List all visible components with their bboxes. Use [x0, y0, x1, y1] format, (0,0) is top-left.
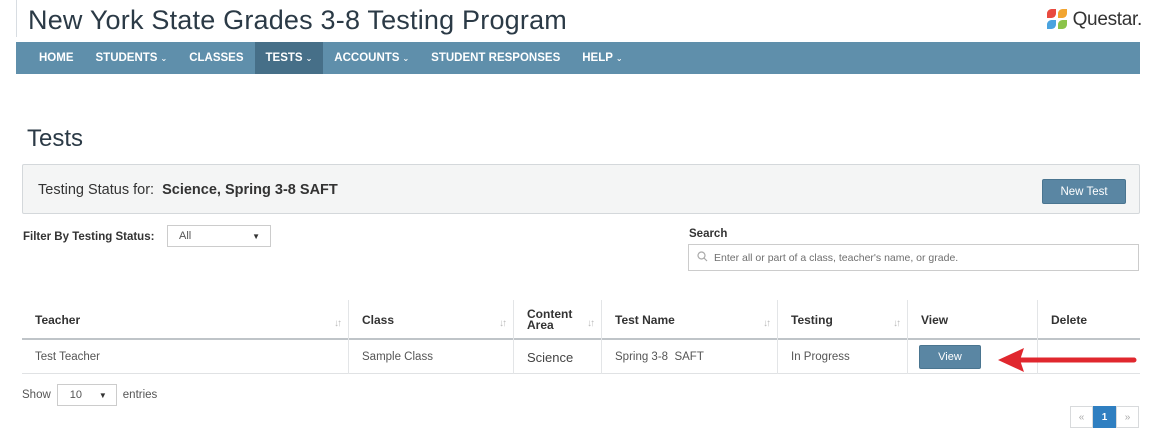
column-header-label: Testing — [791, 313, 833, 327]
column-header-teacher[interactable]: Teacher ↓↑ — [22, 300, 348, 340]
column-header-test-name[interactable]: Test Name ↓↑ — [601, 300, 777, 340]
new-test-button[interactable]: New Test — [1042, 179, 1126, 204]
column-header-view: View — [907, 300, 1037, 340]
chevron-down-icon: ⌄ — [305, 53, 313, 63]
tests-table: Teacher ↓↑ Class ↓↑ Content Area ↓↑ Test … — [22, 300, 1140, 374]
testing-status-value: Science, Spring 3-8 SAFT — [162, 182, 338, 198]
nav-student-responses[interactable]: STUDENT RESPONSES — [420, 42, 571, 74]
cell-testing-status: In Progress — [777, 340, 907, 374]
page-title: Tests — [27, 125, 84, 152]
testing-status-panel: Testing Status for: Science, Spring 3-8 … — [22, 164, 1140, 214]
brand-name: Questar. — [1072, 9, 1143, 30]
cell-teacher: Test Teacher — [35, 351, 100, 363]
show-entries-control: Show 10 ▼ entries — [22, 384, 157, 406]
nav-label: STUDENT RESPONSES — [431, 52, 561, 64]
show-label: Show — [22, 389, 51, 401]
column-header-content-area[interactable]: Content Area ↓↑ — [513, 300, 601, 340]
column-header-label: Teacher — [35, 313, 81, 327]
page-1-button[interactable]: 1 — [1093, 406, 1116, 428]
sort-icon: ↓↑ — [499, 318, 507, 329]
filter-label: Filter By Testing Status: — [23, 231, 155, 243]
cell-class: Sample Class — [348, 340, 513, 374]
column-header-testing[interactable]: Testing ↓↑ — [777, 300, 907, 340]
column-header-label: View — [921, 313, 949, 327]
column-header-label: Delete — [1051, 313, 1088, 327]
chevron-down-icon: ⌄ — [615, 53, 623, 63]
caret-down-icon: ▼ — [252, 231, 260, 241]
content-area-line2: Area — [527, 318, 554, 332]
nav-help[interactable]: HELP ⌄ — [571, 42, 633, 74]
column-header-label: Class — [362, 313, 395, 327]
search-input[interactable] — [714, 251, 1134, 264]
column-header-delete: Delete — [1037, 300, 1140, 340]
view-button[interactable]: View — [919, 345, 981, 369]
next-page-button[interactable]: » — [1116, 406, 1139, 428]
chevron-down-icon: ⌄ — [160, 53, 168, 63]
red-arrow-icon — [998, 348, 1137, 372]
nav-accounts[interactable]: ACCOUNTS ⌄ — [323, 42, 420, 74]
search-box[interactable] — [688, 244, 1139, 271]
caret-down-icon: ▼ — [98, 390, 107, 400]
nav-label: CLASSES — [189, 52, 244, 64]
sort-icon: ↓↑ — [893, 318, 901, 329]
sort-icon: ↓↑ — [763, 318, 771, 329]
sort-icon: ↓↑ — [587, 318, 595, 329]
filter-selected-value: All — [179, 230, 192, 242]
nav-label: STUDENTS — [95, 52, 158, 64]
search-label: Search — [689, 228, 728, 240]
column-header-class[interactable]: Class ↓↑ — [348, 300, 513, 340]
nav-label: HOME — [39, 52, 74, 64]
sort-icon: ↓↑ — [334, 318, 342, 329]
table-header-row: Teacher ↓↑ Class ↓↑ Content Area ↓↑ Test … — [22, 300, 1140, 340]
app-title: New York State Grades 3-8 Testing Progra… — [28, 5, 567, 35]
search-icon — [697, 250, 708, 265]
entries-per-page-select[interactable]: 10 ▼ — [56, 384, 117, 406]
nav-label: ACCOUNTS — [334, 52, 400, 64]
testing-status-label: Testing Status for: — [38, 182, 155, 198]
testing-status-text: Testing Status for: Science, Spring 3-8 … — [38, 182, 338, 198]
cell-test-name: Spring 3-8 SAFT — [601, 340, 777, 374]
nav-label: HELP — [582, 52, 613, 64]
nav-classes[interactable]: CLASSES — [178, 42, 254, 74]
questar-logo-icon — [1046, 9, 1069, 31]
entries-selected-value: 10 — [69, 389, 83, 401]
nav-tests[interactable]: TESTS ⌄ — [254, 42, 324, 74]
nav-students[interactable]: STUDENTS ⌄ — [85, 42, 179, 74]
nav-home[interactable]: HOME — [16, 42, 85, 74]
prev-page-button[interactable]: « — [1070, 406, 1093, 428]
brand-logo-group[interactable]: Questar. — [1046, 9, 1143, 31]
entries-label: entries — [122, 389, 158, 401]
column-header-label: Content Area — [527, 308, 572, 332]
app-header: New York State Grades 3-8 Testing Progra… — [16, 0, 1156, 37]
column-header-label: Test Name — [615, 313, 675, 327]
nav-label: TESTS — [265, 52, 303, 64]
testing-status-filter-select[interactable]: All ▼ — [167, 225, 271, 247]
cell-content-area: Science — [513, 340, 601, 374]
table-row: Test Teacher Sample Class Science Spring… — [22, 340, 1140, 374]
chevron-down-icon: ⌄ — [402, 53, 410, 63]
main-navbar: HOME STUDENTS ⌄ CLASSES TESTS ⌄ ACCOUNTS… — [16, 42, 1140, 74]
pagination: « 1 » — [1070, 406, 1139, 428]
